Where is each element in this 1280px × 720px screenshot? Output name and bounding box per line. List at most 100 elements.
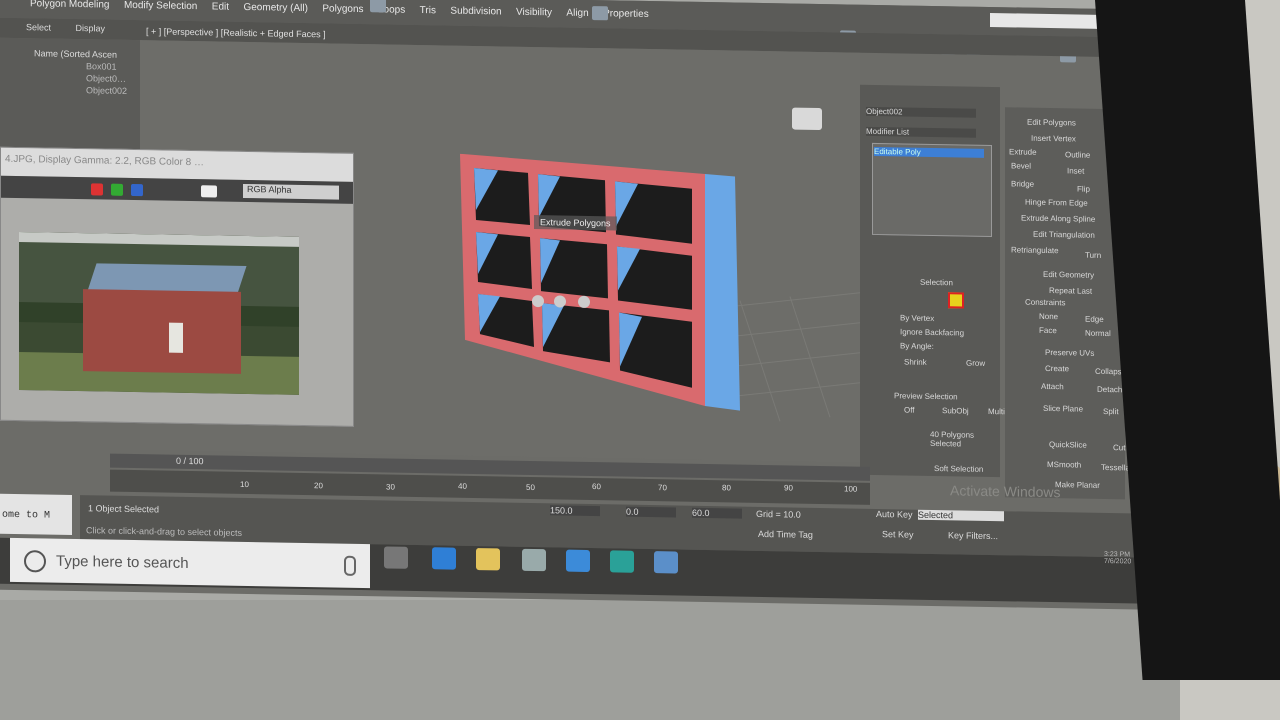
- selected-dropdown[interactable]: Selected: [918, 509, 1004, 522]
- caddy-apply-icon[interactable]: [554, 295, 566, 308]
- by-vertex-checkbox[interactable]: By Vertex: [900, 313, 934, 323]
- frame-buffer-window[interactable]: 4.JPG, Display Gamma: 2.2, RGB Color 8 ……: [0, 146, 354, 427]
- green-channel-icon[interactable]: [111, 183, 123, 196]
- mail-icon[interactable]: [566, 549, 590, 572]
- track-tick: 60: [592, 482, 601, 492]
- menu-item[interactable]: Tris: [420, 5, 436, 16]
- detach-button[interactable]: Detach: [1097, 385, 1122, 394]
- model-geometry: [460, 153, 740, 411]
- make-planar-button[interactable]: Make Planar: [1055, 480, 1100, 490]
- menu-item[interactable]: Geometry (All): [243, 2, 307, 14]
- menu-item[interactable]: Edit: [212, 1, 229, 12]
- y-field[interactable]: 0.0: [626, 506, 676, 518]
- preserve-uvs-checkbox[interactable]: Preserve UVs: [1045, 348, 1094, 358]
- window-title-bar[interactable]: [990, 12, 1098, 29]
- prompt-line: Click or click-and-drag to select object…: [86, 525, 243, 538]
- photos-icon[interactable]: [654, 551, 678, 574]
- repeat-last-button[interactable]: Repeat Last: [1049, 286, 1092, 296]
- add-time-tag[interactable]: Add Time Tag: [758, 529, 813, 540]
- constraint-face-radio[interactable]: Face: [1039, 326, 1057, 335]
- menu-item[interactable]: Subdivision: [450, 6, 501, 18]
- microphone-icon[interactable]: [344, 555, 356, 576]
- constraint-none-radio[interactable]: None: [1039, 312, 1058, 321]
- constraint-edge-radio[interactable]: Edge: [1085, 315, 1104, 324]
- extrude-button[interactable]: Extrude: [1009, 147, 1037, 156]
- retriangulate-button[interactable]: Retriangulate: [1011, 245, 1059, 255]
- extrude-spline-button[interactable]: Extrude Along Spline: [1021, 214, 1095, 224]
- by-angle-checkbox[interactable]: By Angle:: [900, 341, 934, 351]
- polygon-mode-icon[interactable]: [948, 292, 964, 309]
- selection-header[interactable]: Selection: [920, 278, 953, 288]
- cut-button[interactable]: Cut: [1113, 443, 1125, 452]
- soft-selection-rollout[interactable]: Soft Selection: [934, 464, 983, 474]
- edge-icon[interactable]: [432, 547, 456, 570]
- object-name-field[interactable]: Object002: [866, 106, 976, 118]
- auto-key-button[interactable]: Auto Key: [876, 509, 913, 520]
- maxscript-listener[interactable]: ome to M: [0, 493, 72, 535]
- inset-button[interactable]: Inset: [1067, 166, 1084, 175]
- slice-plane-button[interactable]: Slice Plane: [1043, 404, 1083, 414]
- quickslice-button[interactable]: QuickSlice: [1049, 440, 1087, 450]
- split-checkbox[interactable]: Split: [1103, 407, 1119, 416]
- grid-label: Grid = 10.0: [756, 508, 801, 520]
- menu-item[interactable]: Properties: [603, 8, 649, 20]
- attach-button[interactable]: Attach: [1041, 382, 1064, 391]
- caddy-cancel-icon[interactable]: [578, 295, 590, 308]
- 3ds-max-icon[interactable]: [610, 550, 634, 573]
- grow-button[interactable]: Grow: [966, 359, 985, 368]
- caddy-label[interactable]: Extrude Polygons: [534, 215, 617, 231]
- key-filters-button[interactable]: Key Filters...: [948, 530, 998, 541]
- bevel-button[interactable]: Bevel: [1011, 161, 1031, 170]
- z-field[interactable]: 60.0: [692, 507, 742, 519]
- shrink-button[interactable]: Shrink: [904, 357, 927, 366]
- system-clock[interactable]: 3:23 PM 7/6/2020: [1104, 551, 1131, 565]
- blue-channel-icon[interactable]: [131, 183, 143, 197]
- track-tick: 70: [658, 483, 667, 493]
- red-channel-icon[interactable]: [91, 183, 103, 196]
- selection-count: 40 Polygons Selected: [930, 429, 975, 449]
- track-tick: 10: [240, 479, 249, 490]
- flip-button[interactable]: Flip: [1077, 185, 1090, 194]
- preview-subobj-radio[interactable]: SubObj: [942, 406, 969, 415]
- menu-item[interactable]: Visibility: [516, 7, 552, 19]
- channel-select[interactable]: RGB Alpha: [243, 183, 339, 200]
- bridge-button[interactable]: Bridge: [1011, 179, 1034, 188]
- window-frame-model[interactable]: Extrude Polygons: [460, 153, 740, 419]
- hinge-button[interactable]: Hinge From Edge: [1025, 198, 1088, 208]
- menu-item[interactable]: Align: [566, 8, 588, 19]
- preview-off-radio[interactable]: Off: [904, 405, 915, 414]
- preview-multi-radio[interactable]: Multi: [988, 407, 1005, 416]
- viewcube-icon[interactable]: [792, 107, 822, 131]
- menu-item[interactable]: Modify Selection: [124, 0, 197, 12]
- store-icon[interactable]: [522, 548, 546, 572]
- ignore-backfacing-checkbox[interactable]: Ignore Backfacing: [900, 327, 964, 337]
- insert-vertex-button[interactable]: Insert Vertex: [1031, 134, 1076, 144]
- x-field[interactable]: 150.0: [550, 505, 600, 517]
- msmooth-button[interactable]: MSmooth: [1047, 460, 1081, 470]
- menu-item[interactable]: Polygon Modeling: [30, 0, 110, 11]
- file-explorer-icon[interactable]: [476, 548, 500, 571]
- set-key-button[interactable]: Set Key: [882, 529, 914, 540]
- modify-panel: Object002 Modifier List Editable Poly Se…: [860, 84, 1005, 478]
- caddy-ok-icon[interactable]: [532, 294, 544, 308]
- select-tool-icon[interactable]: [370, 0, 386, 13]
- swatch-icon[interactable]: [201, 185, 217, 198]
- stack-item[interactable]: Editable Poly: [874, 146, 984, 158]
- edit-polygons-header[interactable]: Edit Polygons: [1027, 118, 1076, 128]
- constraint-normal-radio[interactable]: Normal: [1085, 329, 1111, 338]
- taskbar-search[interactable]: Type here to search: [10, 537, 370, 589]
- clock-date: 7/6/2020: [1104, 557, 1132, 566]
- preview-selection-label: Preview Selection: [894, 391, 958, 402]
- task-view-icon[interactable]: [384, 546, 408, 569]
- modifier-list[interactable]: Modifier List: [866, 126, 976, 138]
- edit-triangulation-button[interactable]: Edit Triangulation: [1033, 230, 1095, 240]
- edit-geometry-header[interactable]: Edit Geometry: [1043, 270, 1094, 280]
- ribbon-display[interactable]: Display: [76, 23, 106, 34]
- move-tool-icon[interactable]: [592, 6, 608, 21]
- menu-item[interactable]: Polygons: [322, 3, 363, 15]
- scene-item[interactable]: Object002: [0, 82, 140, 96]
- ribbon-select[interactable]: Select: [26, 22, 51, 32]
- turn-button[interactable]: Turn: [1085, 251, 1101, 260]
- create-button[interactable]: Create: [1045, 364, 1069, 373]
- outline-button[interactable]: Outline: [1065, 150, 1090, 159]
